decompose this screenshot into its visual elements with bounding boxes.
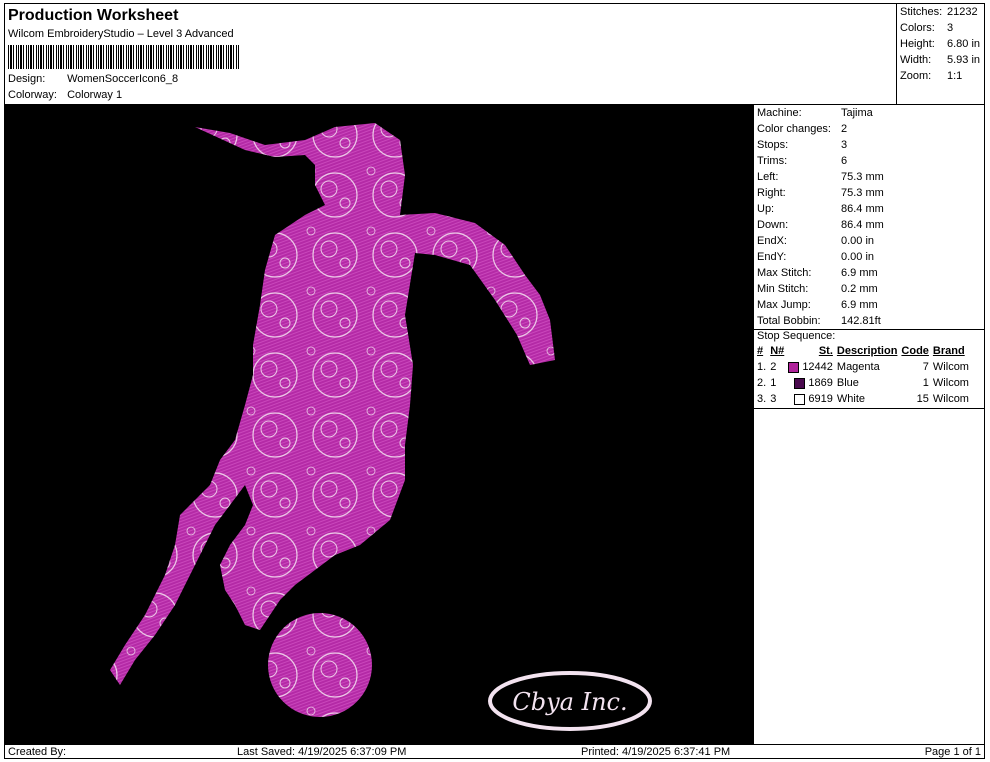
last-saved: Last Saved: 4/19/2025 6:37:09 PM xyxy=(237,746,407,758)
info-row: Machine: Tajima xyxy=(757,107,873,119)
printed-date: Printed: 4/19/2025 6:37:41 PM xyxy=(581,746,731,758)
logo-text: Cbya Inc. xyxy=(512,688,627,716)
design-value: WomenSoccerIcon6_8 xyxy=(67,73,179,85)
stop-sequence-table: # N# St. Description Code Brand 1. 2 124… xyxy=(755,343,971,407)
colorway-label: Colorway: xyxy=(8,89,57,101)
table-row: 3. 3 6919 White 15 Wilcom xyxy=(757,393,969,405)
colorway-row: Colorway: Colorway 1 xyxy=(8,89,122,101)
stat-row: Colors: 3 xyxy=(900,22,954,34)
stat-row: Zoom: 1:1 xyxy=(900,70,963,82)
worksheet-sheet: Production Worksheet Wilcom EmbroiderySt… xyxy=(4,3,985,759)
stat-row: Width: 5.93 in xyxy=(900,54,981,66)
info-row: Trims: 6 xyxy=(757,155,848,167)
table-row: 1. 2 12442 Magenta 7 Wilcom xyxy=(757,361,969,373)
info-row: Left: 75.3 mm xyxy=(757,171,884,183)
soccer-ball xyxy=(268,613,372,717)
info-row: Total Bobbin: 142.81ft xyxy=(757,315,881,327)
design-preview: Cbya Inc. xyxy=(5,104,753,745)
machine-info-panel: Machine: Tajima Color changes: 2 Stops: 3 T… xyxy=(753,104,985,745)
info-row: Min Stitch: 0.2 mm xyxy=(757,283,878,295)
software-name: Wilcom EmbroideryStudio – Level 3 Advanc… xyxy=(8,28,234,40)
header: Production Worksheet Wilcom EmbroiderySt… xyxy=(5,4,896,104)
stat-row: Height: 6.80 in xyxy=(900,38,981,50)
color-swatch xyxy=(788,361,800,373)
design-label: Design: xyxy=(8,73,46,85)
table-row: 2. 1 1869 Blue 1 Wilcom xyxy=(757,377,969,389)
page-title: Production Worksheet xyxy=(8,7,179,24)
footer: Created By: Last Saved: 4/19/2025 6:37:0… xyxy=(5,744,984,759)
stats-box: Stitches: 21232 Colors: 3 Height: 6.80 in W… xyxy=(896,4,985,104)
info-row: Stops: 3 xyxy=(757,139,848,151)
color-swatch xyxy=(794,393,806,405)
info-row: Max Jump: 6.9 mm xyxy=(757,299,878,311)
info-row: EndX: 0.00 in xyxy=(757,235,875,247)
info-row: Right: 75.3 mm xyxy=(757,187,884,199)
info-row: Up: 86.4 mm xyxy=(757,203,884,215)
color-swatch xyxy=(794,377,806,389)
panel-divider xyxy=(754,408,985,409)
info-row: EndY: 0.00 in xyxy=(757,251,875,263)
stop-sequence-title: Stop Sequence: xyxy=(757,330,836,342)
soccer-player-silhouette xyxy=(110,123,555,685)
design-row: Design: WomenSoccerIcon6_8 xyxy=(8,73,178,85)
info-row: Down: 86.4 mm xyxy=(757,219,884,231)
page-number: Page 1 of 1 xyxy=(924,746,981,758)
stat-row: Stitches: 21232 xyxy=(900,6,978,18)
barcode xyxy=(8,45,240,69)
created-by: Created By: xyxy=(8,746,67,758)
colorway-value: Colorway 1 xyxy=(67,89,123,101)
table-header: # N# St. Description Code Brand xyxy=(757,345,965,357)
brand-logo: Cbya Inc. xyxy=(488,671,652,731)
info-row: Max Stitch: 6.9 mm xyxy=(757,267,878,279)
info-row: Color changes: 2 xyxy=(757,123,848,135)
embroidery-artwork: Cbya Inc. xyxy=(110,123,652,731)
